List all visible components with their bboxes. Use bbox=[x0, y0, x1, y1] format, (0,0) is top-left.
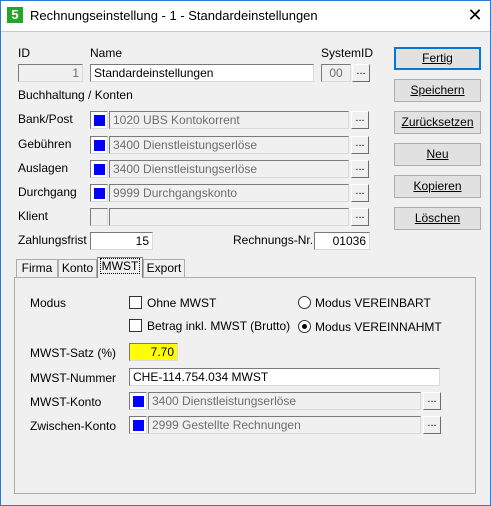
reset-button[interactable]: Zurücksetzen bbox=[394, 111, 481, 134]
app-icon: 5 bbox=[7, 7, 23, 23]
bank-post-lookup-button[interactable]: ... bbox=[351, 111, 369, 129]
color-swatch bbox=[94, 115, 105, 126]
fees-color-box bbox=[90, 136, 108, 154]
bank-post-field: 1020 UBS Kontokorrent bbox=[109, 111, 349, 129]
interim-account-color-box bbox=[129, 416, 147, 434]
vat-account-lookup-button[interactable]: ... bbox=[423, 392, 441, 410]
done-button[interactable]: Fertig bbox=[394, 47, 481, 70]
fees-field: 3400 Dienstleistungserlöse bbox=[109, 136, 349, 154]
interim-account-field: 2999 Gestellte Rechnungen bbox=[148, 416, 421, 434]
color-swatch bbox=[133, 420, 144, 431]
client-lookup-button[interactable]: ... bbox=[351, 208, 369, 226]
vat-rate-label: MWST-Satz (%) bbox=[30, 346, 116, 360]
title-bar: 5 Rechnungseinstellung - 1 - Standardein… bbox=[0, 0, 491, 32]
transit-lookup-button[interactable]: ... bbox=[351, 184, 369, 202]
without-vat-label: Ohne MWST bbox=[147, 296, 217, 310]
invoice-number-label: Rechnungs-Nr. bbox=[233, 233, 314, 247]
delete-button-label: Löschen bbox=[414, 211, 461, 225]
transit-label: Durchgang bbox=[18, 185, 77, 199]
interim-account-lookup-button[interactable]: ... bbox=[423, 416, 441, 434]
interim-account-label: Zwischen-Konto bbox=[30, 419, 117, 433]
vat-account-field: 3400 Dienstleistungserlöse bbox=[148, 392, 421, 410]
save-button-label: Speichern bbox=[410, 83, 465, 97]
systemid-field: 00 bbox=[321, 64, 351, 82]
fees-lookup-button[interactable]: ... bbox=[351, 136, 369, 154]
payment-term-label: Zahlungsfrist bbox=[18, 233, 87, 247]
vat-number-label: MWST-Nummer bbox=[30, 371, 116, 385]
copy-button-label: Kopieren bbox=[413, 179, 462, 193]
payment-term-field[interactable]: 15 bbox=[90, 232, 153, 250]
expenses-field: 3400 Dienstleistungserlöse bbox=[109, 160, 349, 178]
tab-konto[interactable]: Konto bbox=[58, 259, 97, 277]
name-field[interactable]: Standardeinstellungen bbox=[90, 64, 314, 82]
done-button-label: Fertig bbox=[422, 51, 453, 65]
color-swatch bbox=[94, 140, 105, 151]
vat-account-color-box bbox=[129, 392, 147, 410]
reset-button-label: Zurücksetzen bbox=[401, 115, 474, 129]
mode-received-label: Modus VEREINNAHMT bbox=[315, 320, 442, 334]
tab-mwst-label: MWST bbox=[99, 258, 141, 274]
expenses-label: Auslagen bbox=[18, 161, 69, 175]
delete-button[interactable]: Löschen bbox=[394, 207, 481, 230]
tab-mwst[interactable]: MWST bbox=[97, 257, 143, 278]
name-label: Name bbox=[90, 46, 123, 60]
vat-account-label: MWST-Konto bbox=[30, 395, 102, 409]
color-swatch bbox=[94, 188, 105, 199]
tab-export[interactable]: Export bbox=[143, 259, 185, 277]
mode-label: Modus bbox=[30, 296, 67, 310]
expenses-lookup-button[interactable]: ... bbox=[351, 160, 369, 178]
amount-incl-vat-label: Betrag inkl. MWST (Brutto) bbox=[147, 319, 291, 333]
window-title: Rechnungseinstellung - 1 - Standardeinst… bbox=[30, 8, 318, 23]
mode-received-radio[interactable] bbox=[298, 320, 311, 333]
fees-label: Gebühren bbox=[18, 137, 72, 151]
id-label: ID bbox=[18, 46, 30, 60]
color-swatch bbox=[133, 396, 144, 407]
id-field: 1 bbox=[18, 64, 83, 82]
invoice-number-field[interactable]: 01036 bbox=[314, 232, 370, 250]
bank-post-label: Bank/Post bbox=[18, 112, 73, 126]
expenses-color-box bbox=[90, 160, 108, 178]
amount-incl-vat-checkbox[interactable] bbox=[129, 319, 142, 332]
color-swatch bbox=[94, 164, 105, 175]
copy-button[interactable]: Kopieren bbox=[394, 175, 481, 198]
mode-agreed-label: Modus VEREINBART bbox=[315, 296, 431, 310]
new-button-label: Neu bbox=[426, 147, 449, 161]
systemid-lookup-button[interactable]: ... bbox=[352, 64, 370, 82]
bank-post-color-box bbox=[90, 111, 108, 129]
client-label: Klient bbox=[18, 209, 49, 223]
client-field bbox=[109, 208, 349, 226]
transit-field: 9999 Durchgangskonto bbox=[109, 184, 349, 202]
systemid-label: SystemID bbox=[321, 46, 374, 60]
client-color-box bbox=[90, 208, 108, 226]
without-vat-checkbox[interactable] bbox=[129, 296, 142, 309]
mode-agreed-radio[interactable] bbox=[298, 296, 311, 309]
close-icon[interactable]: ✕ bbox=[463, 3, 487, 27]
save-button[interactable]: Speichern bbox=[394, 79, 481, 102]
vat-number-field[interactable]: CHE-114.754.034 MWST bbox=[129, 368, 440, 386]
transit-color-box bbox=[90, 184, 108, 202]
tab-firma[interactable]: Firma bbox=[16, 259, 58, 277]
accounting-section-label: Buchhaltung / Konten bbox=[18, 88, 133, 102]
vat-rate-field[interactable]: 7.70 bbox=[129, 343, 178, 361]
new-button[interactable]: Neu bbox=[394, 143, 481, 166]
